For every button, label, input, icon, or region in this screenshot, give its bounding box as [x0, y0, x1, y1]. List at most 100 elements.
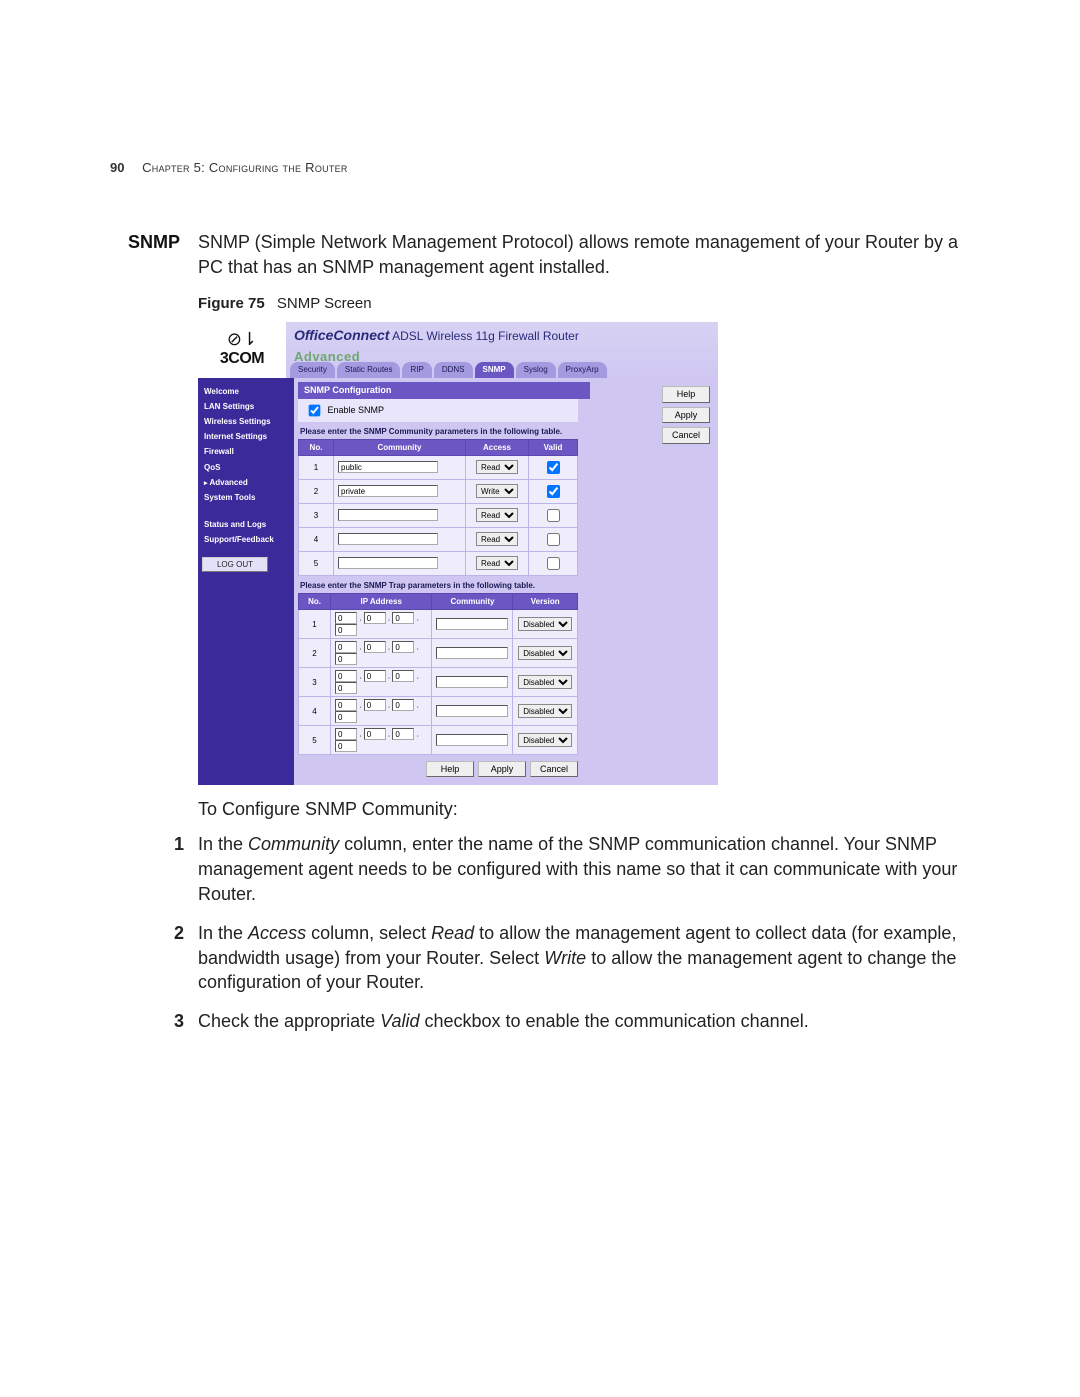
ip-octet-input[interactable] [335, 728, 357, 740]
footer-buttons: Help Apply Cancel [298, 755, 582, 777]
cell-version: Disabled [513, 726, 578, 755]
ip-octet-input[interactable] [364, 612, 386, 624]
tab-snmp[interactable]: SNMP [475, 362, 514, 378]
access-select[interactable]: ReadWrite [476, 484, 518, 498]
cell-no: 4 [299, 697, 331, 726]
ip-octet-input[interactable] [335, 740, 357, 752]
col-no: No. [299, 439, 334, 455]
valid-checkbox[interactable] [547, 485, 560, 498]
cancel-button-footer[interactable]: Cancel [530, 761, 578, 777]
ip-octet-input[interactable] [392, 728, 414, 740]
enable-snmp-label[interactable]: Enable SNMP [304, 405, 384, 415]
step-list: In the Community column, enter the name … [198, 832, 960, 1034]
ip-octet-input[interactable] [392, 612, 414, 624]
valid-checkbox[interactable] [547, 509, 560, 522]
ip-octet-input[interactable] [392, 699, 414, 711]
col-trap-community: Community [432, 594, 513, 610]
ip-octet-input[interactable] [364, 728, 386, 740]
cell-ip: . . . [331, 726, 432, 755]
brand-title: OfficeConnect ADSL Wireless 11g Firewall… [294, 326, 710, 345]
apply-button-footer[interactable]: Apply [478, 761, 526, 777]
valid-checkbox[interactable] [547, 557, 560, 570]
version-select[interactable]: Disabled [518, 617, 572, 631]
ip-octet-input[interactable] [335, 612, 357, 624]
trap-community-input[interactable] [436, 618, 508, 630]
help-button-side[interactable]: Help [662, 386, 710, 402]
community-input[interactable] [338, 509, 438, 521]
trap-community-input[interactable] [436, 705, 508, 717]
version-select[interactable]: Disabled [518, 733, 572, 747]
sidebar-item-support-feedback[interactable]: Support/Feedback [202, 532, 290, 547]
tab-security[interactable]: Security [290, 362, 335, 378]
cell-community [334, 503, 466, 527]
community-input[interactable] [338, 533, 438, 545]
cell-no: 5 [299, 551, 334, 575]
ip-octet-input[interactable] [335, 711, 357, 723]
sidebar-item-qos[interactable]: QoS [202, 460, 290, 475]
ip-octet-input[interactable] [392, 641, 414, 653]
access-select[interactable]: ReadWrite [476, 532, 518, 546]
sidebar-item-system-tools[interactable]: System Tools [202, 490, 290, 505]
valid-checkbox[interactable] [547, 533, 560, 546]
ip-octet-input[interactable] [364, 699, 386, 711]
cell-version: Disabled [513, 610, 578, 639]
ip-octet-input[interactable] [335, 682, 357, 694]
apply-button-side[interactable]: Apply [662, 407, 710, 423]
tab-proxyarp[interactable]: ProxyArp [558, 362, 607, 378]
valid-checkbox[interactable] [547, 461, 560, 474]
post-figure-line: To Configure SNMP Community: [198, 797, 960, 822]
logout-button[interactable]: LOG OUT [202, 557, 268, 572]
ip-octet-input[interactable] [335, 653, 357, 665]
table-row: 3ReadWrite [299, 503, 578, 527]
community-instruction: Please enter the SNMP Community paramete… [298, 422, 714, 439]
community-input[interactable] [338, 485, 438, 497]
help-button-footer[interactable]: Help [426, 761, 474, 777]
cell-access: ReadWrite [466, 479, 529, 503]
cell-valid [529, 455, 578, 479]
cell-trap-community [432, 610, 513, 639]
cell-community [334, 479, 466, 503]
trap-community-input[interactable] [436, 734, 508, 746]
cell-access: ReadWrite [466, 503, 529, 527]
community-input[interactable] [338, 557, 438, 569]
sidebar-item-advanced[interactable]: Advanced [202, 475, 290, 491]
trap-community-input[interactable] [436, 676, 508, 688]
trap-community-input[interactable] [436, 647, 508, 659]
sidebar-item-welcome[interactable]: Welcome [202, 384, 290, 399]
community-input[interactable] [338, 461, 438, 473]
tab-rip[interactable]: RIP [402, 362, 431, 378]
cell-valid [529, 551, 578, 575]
tab-static-routes[interactable]: Static Routes [337, 362, 401, 378]
ip-octet-input[interactable] [364, 670, 386, 682]
access-select[interactable]: ReadWrite [476, 508, 518, 522]
ip-octet-input[interactable] [335, 670, 357, 682]
sidebar-item-firewall[interactable]: Firewall [202, 444, 290, 459]
version-select[interactable]: Disabled [518, 675, 572, 689]
tab-ddns[interactable]: DDNS [434, 362, 473, 378]
tabs-row: SecurityStatic RoutesRIPDDNSSNMPSyslogPr… [286, 362, 718, 378]
cancel-button-side[interactable]: Cancel [662, 427, 710, 443]
cell-ip: . . . [331, 639, 432, 668]
cell-no: 4 [299, 527, 334, 551]
table-row: 1 . . . Disabled [299, 610, 578, 639]
enable-snmp-checkbox[interactable] [309, 404, 321, 416]
version-select[interactable]: Disabled [518, 704, 572, 718]
ip-octet-input[interactable] [335, 699, 357, 711]
ip-octet-input[interactable] [335, 624, 357, 636]
ip-octet-input[interactable] [392, 670, 414, 682]
sidebar-item-lan-settings[interactable]: LAN Settings [202, 399, 290, 414]
access-select[interactable]: ReadWrite [476, 556, 518, 570]
version-select[interactable]: Disabled [518, 646, 572, 660]
cell-community [334, 527, 466, 551]
enable-snmp-text: Enable SNMP [328, 405, 385, 415]
sidebar-item-wireless-settings[interactable]: Wireless Settings [202, 414, 290, 429]
sidebar-item-status-and-logs[interactable]: Status and Logs [202, 517, 290, 532]
tab-syslog[interactable]: Syslog [516, 362, 556, 378]
cell-no: 1 [299, 455, 334, 479]
cell-valid [529, 503, 578, 527]
ip-octet-input[interactable] [335, 641, 357, 653]
access-select[interactable]: ReadWrite [476, 460, 518, 474]
sidebar-item-internet-settings[interactable]: Internet Settings [202, 429, 290, 444]
section: SNMP SNMP (Simple Network Management Pro… [120, 230, 960, 1048]
ip-octet-input[interactable] [364, 641, 386, 653]
